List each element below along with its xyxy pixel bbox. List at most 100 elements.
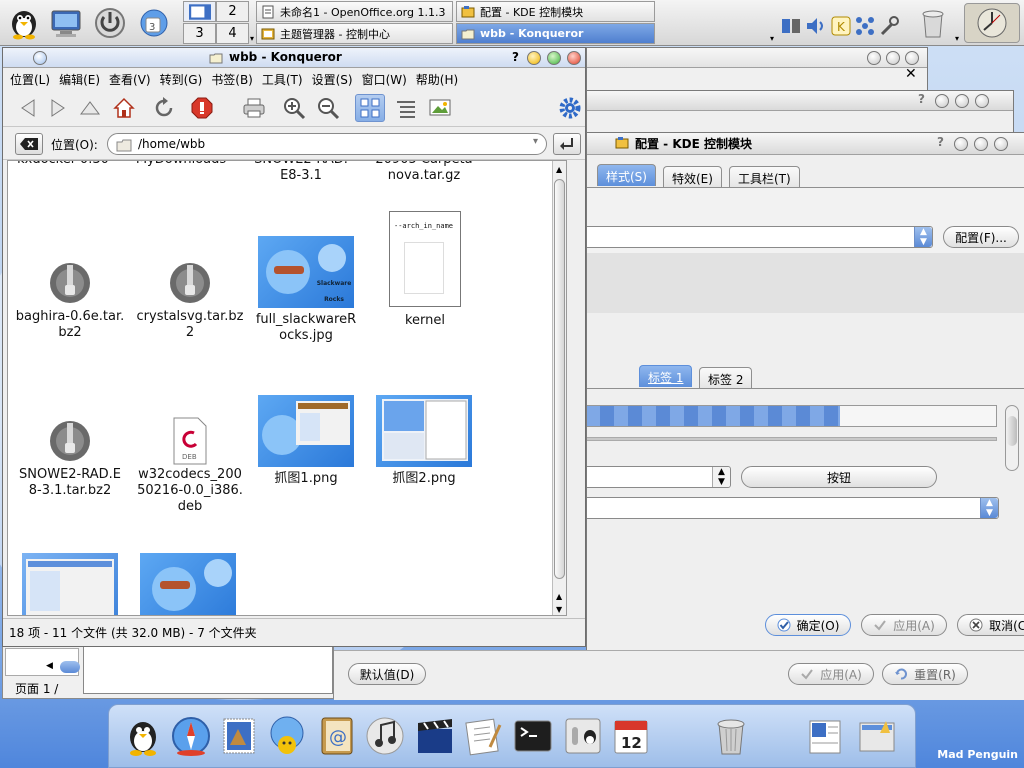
task-theme-manager[interactable]: 主题管理器 - 控制中心 — [256, 23, 453, 44]
theme-manager-titlebar[interactable]: ? — [587, 91, 1013, 111]
scroll-left-arrow[interactable]: ◀ — [46, 661, 53, 671]
network-icon[interactable] — [780, 14, 802, 38]
openoffice-titlebar[interactable] — [587, 48, 927, 68]
close-icon[interactable] — [994, 137, 1008, 151]
chevron-down-icon[interactable]: ▲ ▼ — [914, 227, 932, 247]
close-icon[interactable] — [567, 51, 581, 65]
configure-button[interactable]: 配置(F)... — [943, 226, 1019, 248]
horizontal-scrollbar[interactable]: ◀ — [5, 648, 80, 676]
tab-style[interactable]: 样式(S) — [597, 164, 656, 186]
forward-button[interactable] — [43, 94, 73, 122]
close-document-icon[interactable]: ✕ — [905, 66, 917, 82]
preview-button[interactable] — [425, 94, 455, 122]
kde-menu-button[interactable] — [4, 3, 44, 43]
help-icon[interactable]: ? — [512, 50, 519, 64]
konqueror-titlebar[interactable]: wbb - Konqueror ? — [3, 48, 585, 68]
file-item[interactable]: crystalsvg.tar.bz2 — [135, 261, 245, 341]
tab-toolbar[interactable]: 工具栏(T) — [729, 166, 800, 188]
task-konqueror[interactable]: wbb - Konqueror — [456, 23, 655, 44]
file-item[interactable]: 20905 Carpeta nova.tar.gz — [370, 161, 478, 184]
dock-calendar[interactable]: 12 — [609, 713, 653, 759]
location-input[interactable]: /home/wbb ▾ — [107, 133, 547, 155]
image-thumbnail[interactable] — [140, 553, 236, 615]
chevron-down-icon[interactable]: ▲ ▼ — [712, 467, 730, 487]
minimize-icon[interactable] — [935, 94, 949, 108]
konqueror-throbber[interactable] — [555, 94, 585, 122]
window-menu-icon[interactable] — [33, 51, 47, 65]
home-button[interactable] — [109, 94, 139, 122]
grid-icon[interactable] — [854, 14, 876, 38]
file-item[interactable]: Slackware Rocks full_slackwareRocks.jpg — [254, 236, 358, 344]
tray-arrow[interactable]: ▾ — [770, 34, 774, 43]
desktop-pager-1[interactable] — [183, 1, 216, 22]
preview-combo-2[interactable]: ▲ ▼ — [587, 497, 999, 519]
preview-tab-2[interactable]: 标签 2 — [699, 367, 753, 389]
preview-vscroll[interactable] — [1005, 405, 1019, 471]
file-item[interactable]: baghira-0.6e.tar.bz2 — [15, 261, 125, 341]
preview-button[interactable]: 按钮 — [741, 466, 937, 488]
minimize-icon[interactable] — [954, 137, 968, 151]
dock-safari[interactable] — [169, 713, 213, 759]
apply-control-button[interactable]: 应用(A) — [788, 663, 874, 685]
zoom-out-button[interactable] — [313, 94, 343, 122]
up-button[interactable] — [75, 94, 105, 122]
chevron-down-icon[interactable]: ▲ ▼ — [980, 498, 998, 518]
menu-go[interactable]: 转到(G) — [158, 71, 210, 88]
chevron-down-icon[interactable]: ▾ — [533, 136, 538, 147]
dock-messenger[interactable] — [265, 713, 309, 759]
minimize-icon[interactable] — [527, 51, 541, 65]
tools-icon[interactable] — [878, 14, 900, 38]
menu-settings[interactable]: 设置(S) — [310, 71, 360, 88]
desktop-pager-3[interactable]: 3 — [183, 23, 216, 44]
file-view-vscroll[interactable]: ▲ ▲ ▼ — [552, 161, 566, 615]
scroll-down-arrow[interactable]: ▼ — [556, 605, 562, 614]
scroll-thumb[interactable] — [554, 179, 565, 579]
back-button[interactable] — [13, 94, 43, 122]
close-icon[interactable] — [905, 51, 919, 65]
file-item[interactable]: DEB w32codecs_20050216-0.0_i386.deb — [135, 417, 245, 515]
volume-icon[interactable] — [804, 14, 826, 38]
file-item[interactable]: SNOWE2-RAD.E8-3.1 — [252, 161, 350, 184]
dock-minimized-window-1[interactable] — [803, 713, 847, 759]
file-item[interactable]: SNOWE2-RAD.E8-3.1.tar.bz2 — [15, 419, 125, 499]
apply-button[interactable]: 应用(A) — [861, 614, 947, 636]
file-item[interactable]: 抓图2.png — [372, 395, 476, 487]
style-combo[interactable]: ▲ ▼ — [587, 226, 933, 248]
trash-arrow[interactable]: ▾ — [955, 34, 959, 43]
go-button[interactable] — [553, 133, 581, 155]
help-icon[interactable]: ? — [937, 135, 944, 149]
print-button[interactable] — [239, 94, 269, 122]
file-item[interactable]: --arch_in_name kernel — [370, 211, 480, 329]
scroll-thumb[interactable] — [1007, 416, 1017, 446]
close-icon[interactable] — [975, 94, 989, 108]
task-kcontrol[interactable]: 配置 - KDE 控制模块 — [456, 1, 655, 22]
logout-button[interactable] — [90, 3, 130, 43]
dock-tux[interactable] — [121, 713, 165, 759]
icon-view-button[interactable] — [355, 94, 385, 122]
dock-address-book[interactable]: @ — [315, 713, 359, 759]
minimize-icon[interactable] — [867, 51, 881, 65]
scroll-up-arrow[interactable]: ▲ — [556, 165, 562, 174]
tab-effects[interactable]: 特效(E) — [663, 166, 722, 188]
menu-bookmarks[interactable]: 书签(B) — [209, 71, 260, 88]
desktop-pager-2[interactable]: 2 — [216, 1, 249, 22]
menu-window[interactable]: 窗口(W) — [360, 71, 414, 88]
dock-system-prefs[interactable] — [561, 713, 605, 759]
maximize-icon[interactable] — [974, 137, 988, 151]
stop-button[interactable] — [187, 94, 217, 122]
clock-applet[interactable] — [964, 3, 1020, 43]
file-item[interactable]: kxdocker-0.30 — [8, 161, 118, 168]
trash-applet[interactable] — [913, 3, 953, 43]
zoom-in-button[interactable] — [279, 94, 309, 122]
menu-view[interactable]: 查看(V) — [107, 71, 158, 88]
show-desktop-button[interactable] — [46, 3, 86, 43]
preview-combo[interactable]: ▲ ▼ — [587, 466, 731, 488]
scroll-thumb[interactable] — [60, 661, 80, 673]
menu-edit[interactable]: 编辑(E) — [57, 71, 107, 88]
maximize-icon[interactable] — [547, 51, 561, 65]
image-thumbnail[interactable] — [22, 553, 118, 615]
maximize-icon[interactable] — [955, 94, 969, 108]
reload-button[interactable] — [149, 94, 179, 122]
menu-tools[interactable]: 工具(T) — [260, 71, 310, 88]
dock-mail-stamp[interactable] — [217, 713, 261, 759]
